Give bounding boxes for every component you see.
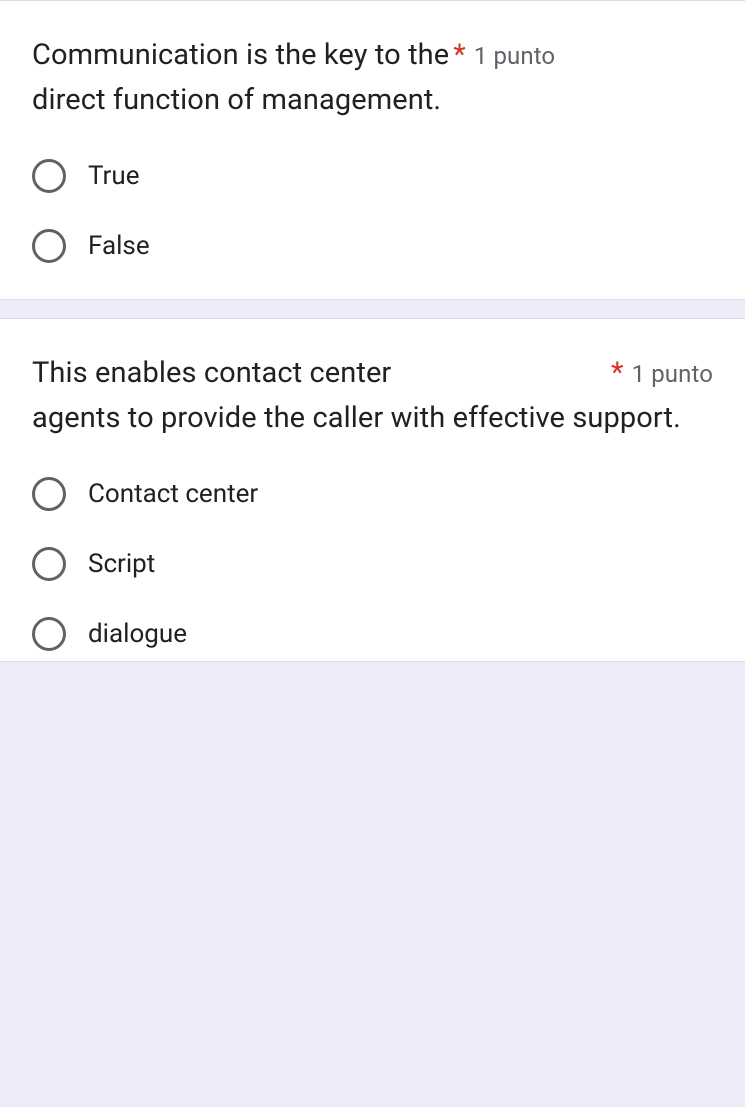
radio-circle-icon (32, 617, 66, 651)
radio-circle-icon (32, 159, 66, 193)
question-points: 1 punto (632, 354, 713, 395)
option-label: Contact center (88, 479, 258, 509)
radio-circle-icon (32, 229, 66, 263)
radio-option[interactable]: dialogue (32, 617, 713, 651)
radio-option[interactable]: Contact center (32, 477, 713, 511)
question-card: This enables contact center * 1 punto ag… (0, 318, 745, 662)
required-asterisk: * (611, 353, 624, 394)
option-label: True (88, 161, 140, 191)
question-text: Communication is the key to the * 1 punt… (32, 33, 713, 123)
radio-option[interactable]: Script (32, 547, 713, 581)
radio-circle-icon (32, 547, 66, 581)
option-label: Script (88, 549, 155, 579)
question-text: This enables contact center * 1 punto ag… (32, 351, 713, 441)
required-asterisk: * (453, 35, 466, 76)
option-label: False (88, 231, 150, 261)
question-text-line2: direct function of management. (32, 83, 441, 117)
option-label: dialogue (88, 619, 187, 649)
question-text-line1: Communication is the key to the (32, 33, 449, 78)
question-text-line2: agents to provide the caller with effect… (32, 401, 681, 435)
radio-circle-icon (32, 477, 66, 511)
question-points: 1 punto (474, 36, 555, 77)
question-header: This enables contact center * 1 punto ag… (32, 351, 713, 441)
radio-option[interactable]: True (32, 159, 713, 193)
radio-option[interactable]: False (32, 229, 713, 263)
question-header: Communication is the key to the * 1 punt… (32, 33, 713, 123)
question-text-line1: This enables contact center (32, 351, 391, 396)
question-card: Communication is the key to the * 1 punt… (0, 0, 745, 300)
